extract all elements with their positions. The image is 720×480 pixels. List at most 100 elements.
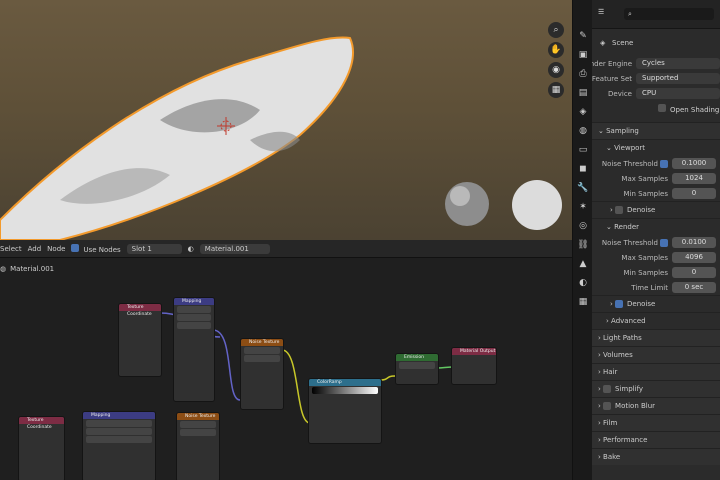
vp-noise-threshold-field[interactable]: 0.1000 [672, 158, 716, 169]
feature-set-dropdown[interactable]: Supported [636, 73, 720, 84]
advanced-label: Advanced [611, 317, 646, 325]
bake-panel[interactable]: › Bake [592, 448, 720, 465]
checkbox-icon [615, 206, 624, 214]
r-max-samples-field[interactable]: 4096 [672, 252, 716, 263]
osl-toggle[interactable]: Open Shading La [592, 101, 720, 116]
noise-texture-node-2[interactable]: Noise Texture [176, 412, 220, 480]
noise-texture-node[interactable]: Noise Texture [240, 338, 284, 410]
add-menu[interactable]: Add [28, 245, 42, 253]
search-icon: ⌕ [628, 10, 632, 18]
scene-breadcrumb: ◈ Scene [592, 35, 720, 50]
use-nodes-toggle[interactable]: Use Nodes [71, 243, 121, 254]
modifier-tab-icon[interactable]: 🔧 [577, 182, 589, 194]
sampling-panel-header[interactable]: ⌄ Sampling [592, 122, 720, 139]
vp-min-samples-field[interactable]: 0 [672, 188, 716, 199]
slot-dropdown[interactable]: Slot 1 [126, 243, 182, 254]
texture-coordinate-node[interactable]: Texture Coordinate [118, 303, 162, 377]
checkbox-icon [658, 103, 666, 112]
render-engine-label: Render Engine [592, 59, 632, 68]
output-tab-icon[interactable]: ⎙ [577, 68, 589, 80]
view-layer-tab-icon[interactable]: ▤ [577, 87, 589, 99]
checkbox-icon [603, 402, 612, 410]
film-panel[interactable]: › Film [592, 414, 720, 431]
simplify-label: Simplify [615, 385, 644, 393]
use-nodes-label: Use Nodes [83, 245, 121, 254]
viewport-subpanel-header[interactable]: ⌄ Viewport [592, 139, 720, 156]
time-limit-label: Time Limit [631, 283, 668, 292]
hair-label: Hair [603, 368, 618, 376]
properties-panel: ☰ ⌕ ◈ Scene Render Engine Cycles Feature … [592, 0, 720, 480]
motion-blur-panel[interactable]: › Motion Blur [592, 397, 720, 414]
world-tab-icon[interactable]: ◍ [577, 125, 589, 137]
vp-min-samples-label: Min Samples [623, 189, 668, 198]
material-selector[interactable]: Material.001 [199, 243, 270, 254]
light-paths-label: Light Paths [603, 334, 642, 342]
shader-node-editor[interactable]: Select Add Node Use Nodes Slot 1 ◐ Mater… [0, 240, 572, 480]
vp-max-samples-field[interactable]: 1024 [672, 173, 716, 184]
material-icon: ◐ [187, 244, 194, 253]
r-noise-threshold-checkbox[interactable] [660, 238, 668, 247]
camera-icon[interactable]: ◉ [548, 62, 564, 78]
r-max-samples-label: Max Samples [621, 253, 668, 262]
hand-icon[interactable]: ✋ [548, 42, 564, 58]
viewport-label: Viewport [614, 144, 646, 152]
r-min-samples-field[interactable]: 0 [672, 267, 716, 278]
simplify-panel[interactable]: › Simplify [592, 380, 720, 397]
scene-tab-icon[interactable]: ◈ [577, 106, 589, 118]
texture-coordinate-node-2[interactable]: Texture Coordinate [18, 416, 65, 480]
vp-noise-threshold-label: Noise Threshold [601, 159, 658, 168]
3d-viewport[interactable]: ⌕ ✋ ◉ ▦ [0, 0, 572, 240]
editor-type-icon[interactable]: ☰ [598, 8, 604, 16]
r-noise-threshold-field[interactable]: 0.0100 [672, 237, 716, 248]
device-dropdown[interactable]: CPU [636, 88, 720, 99]
advanced-subpanel[interactable]: › Advanced [592, 312, 720, 329]
constraints-tab-icon[interactable]: ⛓ [577, 239, 589, 251]
scene-label: Scene [612, 38, 634, 47]
sampling-label: Sampling [606, 127, 639, 135]
performance-panel[interactable]: › Performance [592, 431, 720, 448]
checkbox-icon [615, 300, 624, 308]
select-menu[interactable]: Select [0, 245, 22, 253]
search-input[interactable]: ⌕ [624, 8, 714, 20]
render-engine-dropdown[interactable]: Cycles [636, 58, 720, 69]
navigation-gizmo: ⌕ ✋ ◉ ▦ [545, 22, 567, 102]
render-subpanel-header[interactable]: ⌄ Render [592, 218, 720, 235]
mapping-node-2[interactable]: Mapping [82, 411, 156, 480]
volumes-panel[interactable]: › Volumes [592, 346, 720, 363]
checkbox-icon [603, 385, 612, 393]
properties-tab-strip: ✎ ▣ ⎙ ▤ ◈ ◍ ▭ ◼ 🔧 ✶ ◎ ⛓ ▲ ◐ ▦ [572, 0, 593, 480]
vp-denoise-subpanel[interactable]: › Denoise [592, 201, 720, 218]
mapping-node[interactable]: Mapping [173, 297, 215, 402]
checkbox-icon [71, 243, 80, 252]
zoom-icon[interactable]: ⌕ [548, 22, 564, 38]
material-tab-icon[interactable]: ◐ [577, 277, 589, 289]
texture-tab-icon[interactable]: ▦ [577, 296, 589, 308]
light-paths-panel[interactable]: › Light Paths [592, 329, 720, 346]
physics-tab-icon[interactable]: ◎ [577, 220, 589, 232]
vp-noise-threshold-checkbox[interactable] [660, 159, 668, 168]
bake-label: Bake [603, 453, 621, 461]
grid-icon[interactable]: ▦ [548, 82, 564, 98]
film-label: Film [603, 419, 618, 427]
collection-tab-icon[interactable]: ▭ [577, 144, 589, 156]
material-output-node[interactable]: Material Output [451, 347, 497, 385]
feature-set-label: Feature Set [592, 74, 632, 83]
hair-panel[interactable]: › Hair [592, 363, 720, 380]
breadcrumb-material: Material.001 [10, 265, 55, 273]
world-icon: ◍ [0, 265, 7, 273]
device-label: Device [608, 89, 632, 98]
motion-blur-label: Motion Blur [615, 402, 656, 410]
node-menu[interactable]: Node [47, 245, 65, 253]
r-min-samples-label: Min Samples [623, 268, 668, 277]
color-ramp-node[interactable]: ColorRamp [308, 378, 382, 444]
render-tab-icon[interactable]: ▣ [577, 49, 589, 61]
emission-node[interactable]: Emission [395, 353, 439, 385]
r-denoise-subpanel[interactable]: › Denoise [592, 295, 720, 312]
object-tab-icon[interactable]: ◼ [577, 163, 589, 175]
particles-tab-icon[interactable]: ✶ [577, 201, 589, 213]
time-limit-field[interactable]: 0 sec [672, 282, 716, 293]
data-tab-icon[interactable]: ▲ [577, 258, 589, 270]
r-noise-threshold-label: Noise Threshold [601, 238, 658, 247]
properties-header: ☰ ⌕ [592, 0, 720, 29]
tool-tab-icon[interactable]: ✎ [577, 30, 589, 42]
